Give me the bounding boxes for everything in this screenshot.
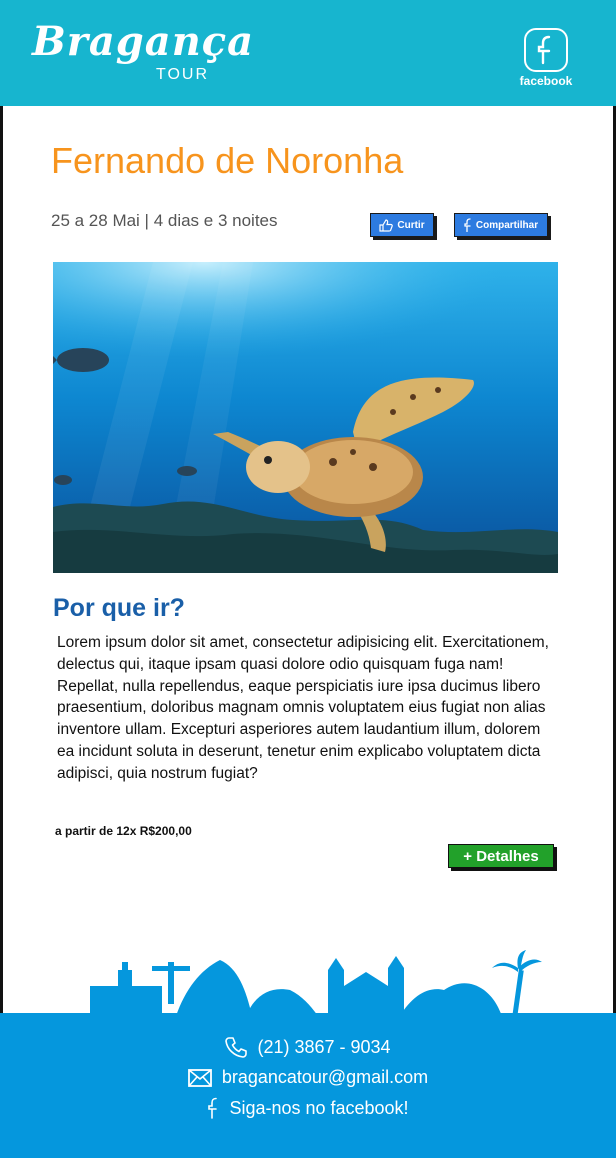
phone-number: (21) 3867 - 9034 [257, 1036, 391, 1057]
like-label: Curtir [397, 219, 425, 231]
brand-name: Bragança [32, 18, 255, 65]
email-address: bragancatour@gmail.com [221, 1067, 429, 1087]
why-heading: Por que ir? [53, 594, 185, 622]
price-text: a partir de 12x R$200,00 [55, 824, 192, 838]
facebook-icon [208, 1097, 218, 1119]
like-button[interactable]: Curtir [370, 213, 434, 237]
phone-icon [225, 1037, 248, 1058]
details-button[interactable]: + Detalhes [448, 844, 554, 868]
why-description: Lorem ipsum dolor sit amet, consectetur … [57, 634, 549, 782]
rio-skyline-illustration [90, 950, 542, 1016]
share-button[interactable]: Compartilhar [454, 213, 548, 237]
envelope-icon [187, 1068, 212, 1087]
trip-title: Fernando de Noronha [51, 140, 404, 181]
share-label: Compartilhar [475, 219, 539, 231]
brand-logo[interactable]: Bragança TOUR [32, 18, 255, 84]
facebook-cta: Siga-nos no facebook! [229, 1097, 409, 1118]
footer-facebook[interactable]: Siga-nos no facebook! [0, 1097, 616, 1119]
facebook-icon [464, 218, 471, 232]
footer-phone[interactable]: (21) 3867 - 9034 [0, 1036, 616, 1058]
facebook-icon [524, 28, 568, 72]
brand-subtitle: TOUR [156, 66, 210, 83]
footer-email[interactable]: bragancatour@gmail.com [0, 1067, 616, 1088]
header-bar: Bragança TOUR facebook [0, 0, 616, 106]
facebook-link[interactable]: facebook [517, 28, 575, 92]
facebook-label: facebook [519, 74, 573, 88]
trip-dates: 25 a 28 Mai | 4 dias e 3 noites [51, 211, 278, 230]
hero-image-sea-turtle [53, 262, 558, 573]
thumbs-up-icon [379, 218, 394, 232]
